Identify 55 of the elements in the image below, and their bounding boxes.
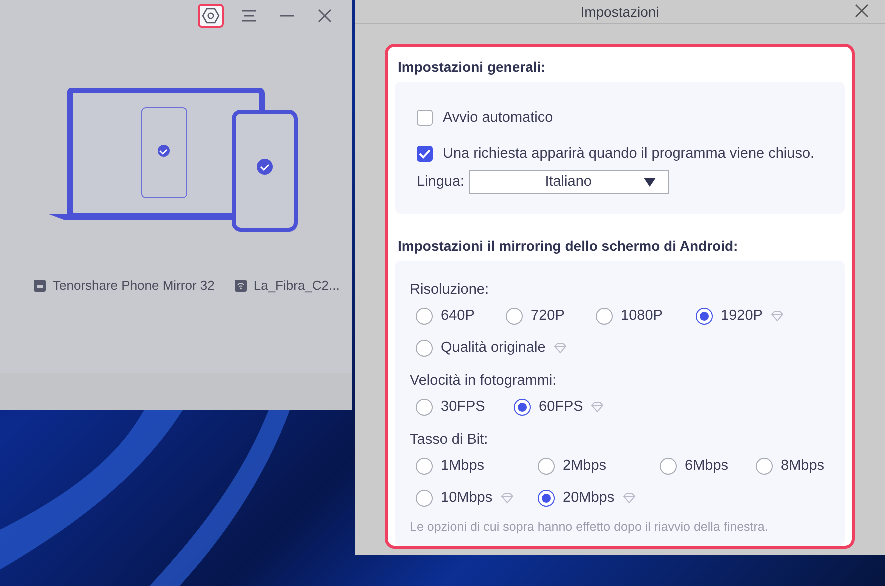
- radio-label: 30FPS: [441, 399, 486, 415]
- radio-label: 1920P: [721, 308, 763, 324]
- checkbox-label: Avvio automatico: [443, 110, 554, 126]
- radio-button[interactable]: [506, 308, 523, 324]
- settings-icon: [202, 7, 220, 25]
- section-title: Impostazioni generali:: [397, 58, 547, 77]
- diamond-icon: [622, 492, 636, 504]
- radio-button[interactable]: [696, 308, 713, 324]
- radio-label: 2Mbps: [563, 458, 607, 474]
- radio-button[interactable]: [756, 458, 773, 474]
- radio-button[interactable]: [416, 340, 433, 356]
- radio-button[interactable]: [596, 308, 613, 324]
- language-dropdown[interactable]: Italiano: [468, 170, 669, 194]
- radio-label: 60FPS: [539, 399, 584, 415]
- radio-button[interactable]: [416, 308, 433, 324]
- settings-button[interactable]: [198, 4, 224, 28]
- device-name: Tenorshare Phone Mirror 32: [53, 278, 215, 293]
- radio-button[interactable]: [514, 398, 531, 416]
- diamond-icon: [500, 492, 514, 504]
- radio-button[interactable]: [660, 458, 677, 474]
- wifi-icon: [234, 280, 247, 292]
- close-icon: [317, 8, 333, 24]
- radio-label: 20Mbps: [563, 490, 615, 506]
- tv-icon: [34, 280, 46, 292]
- device-name: La_Fibra_C2...: [254, 278, 340, 293]
- group-label: Risoluzione:: [410, 280, 490, 300]
- radio-button[interactable]: [416, 458, 433, 474]
- radio-label: 8Mbps: [781, 458, 825, 474]
- section-title: Impostazioni il mirroring dello schermo di Android:: [397, 237, 740, 256]
- radio-label: 720P: [531, 308, 565, 324]
- diamond-icon: [591, 402, 604, 412]
- diamond-icon: [770, 310, 784, 322]
- note-text: Le opzioni di cui sopra hanno effetto dopo il riavvio della finestra.: [410, 519, 770, 534]
- checkbox[interactable]: [417, 110, 433, 126]
- radio-button[interactable]: [538, 458, 555, 474]
- radio-button[interactable]: [416, 490, 433, 506]
- window-title: Impostazioni: [580, 4, 660, 20]
- group-label: Velocità in fotogrammi:: [410, 372, 558, 390]
- language-label: Lingua:: [417, 174, 465, 190]
- close-button[interactable]: [853, 2, 871, 20]
- close-icon: [855, 4, 869, 18]
- checkbox-label: Una richiesta apparirà quando il programma viene chiuso.: [443, 146, 815, 162]
- diamond-icon: [554, 342, 567, 354]
- radio-label: 1080P: [621, 308, 663, 324]
- checkbox[interactable]: [417, 146, 433, 162]
- menu-icon: [241, 9, 257, 23]
- group-label: Tasso di Bit:: [410, 430, 490, 450]
- radio-label: 10Mbps: [441, 490, 493, 506]
- caret-icon: [644, 178, 656, 187]
- radio-button[interactable]: [416, 398, 433, 416]
- radio-label: 6Mbps: [685, 458, 729, 474]
- radio-label: 1Mbps: [441, 458, 485, 474]
- radio-label: Qualità originale: [441, 340, 546, 356]
- radio-label: 640P: [441, 308, 475, 324]
- radio-button[interactable]: [538, 490, 555, 506]
